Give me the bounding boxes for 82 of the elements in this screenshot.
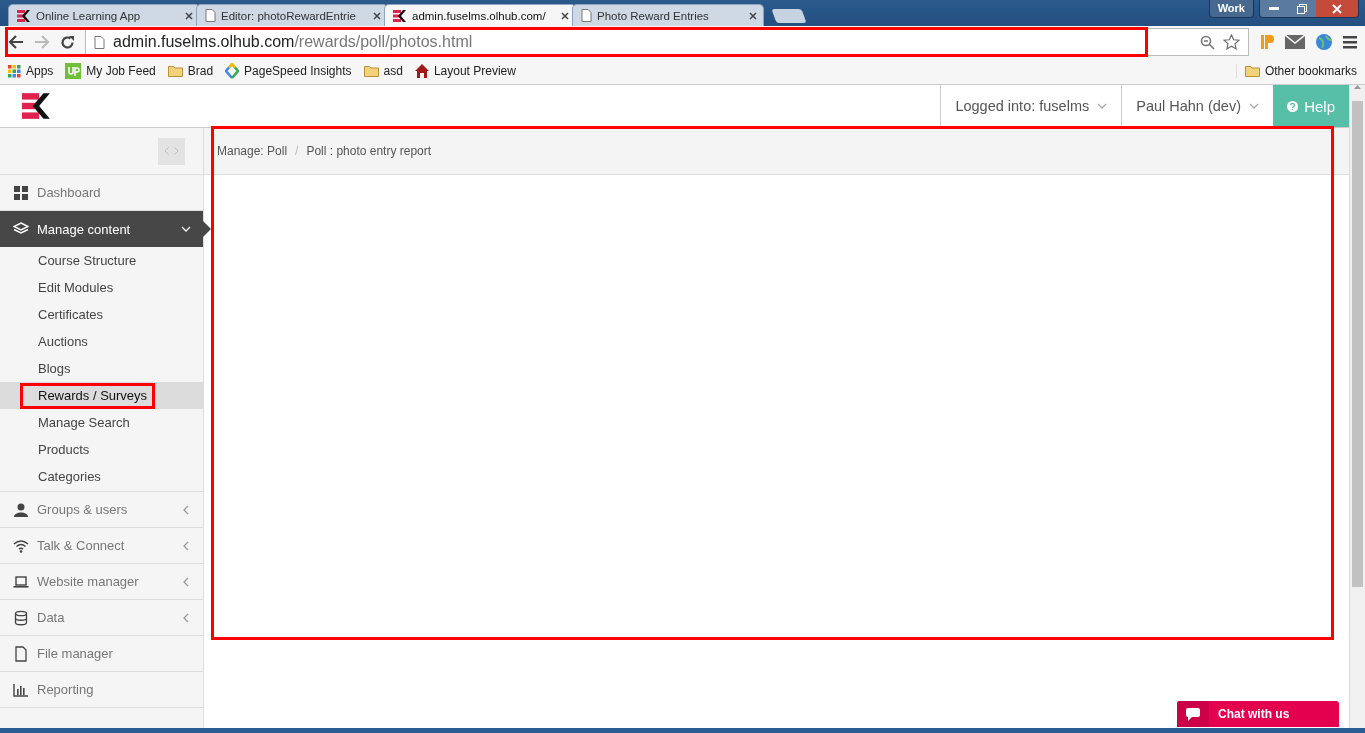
apps-grid-icon: [8, 64, 21, 78]
new-tab-button[interactable]: [771, 9, 807, 23]
nav-subitem[interactable]: Auctions: [0, 328, 203, 355]
chat-button[interactable]: Chat with us: [1177, 701, 1339, 727]
chevron-left-icon: [181, 576, 191, 587]
separator-text: /: [295, 144, 299, 158]
nav-subitem[interactable]: Products: [0, 436, 203, 463]
nav-item[interactable]: Manage content: [0, 211, 203, 247]
nav-item[interactable]: Website manager: [0, 564, 203, 600]
reload-icon[interactable]: [60, 34, 75, 50]
nav-subitem[interactable]: Manage Search: [0, 409, 203, 436]
chevron-down-icon: [1097, 101, 1108, 111]
close-window-button[interactable]: [1316, 0, 1358, 17]
scrollbar[interactable]: [1349, 85, 1365, 728]
breadcrumb-link[interactable]: Poll : photo entry report: [306, 144, 432, 158]
chevron-left-icon: [181, 540, 191, 551]
nav-subitem[interactable]: Categories: [0, 463, 203, 490]
nav-item[interactable]: Groups & users: [0, 492, 203, 528]
chevron-down-icon: [181, 224, 191, 234]
chevron-down-icon: [1249, 101, 1259, 111]
bookmark[interactable]: Layout Preview: [414, 64, 516, 78]
globe-icon[interactable]: [1315, 33, 1333, 51]
nav-item[interactable]: Talk & Connect: [0, 528, 203, 564]
page-icon: [205, 9, 216, 22]
laptop-icon: [13, 573, 29, 590]
minimize-icon: [1269, 7, 1279, 10]
logo-icon: [22, 93, 52, 119]
bookmark[interactable]: My Job Feed: [65, 63, 156, 79]
folder-icon: [167, 65, 183, 77]
close-icon[interactable]: [373, 11, 381, 20]
folder-icon: [1244, 65, 1260, 77]
chevrons-icon: [164, 146, 179, 156]
help-icon: [1287, 98, 1299, 114]
star-icon[interactable]: [1223, 34, 1240, 50]
chevron-left-icon: [181, 612, 191, 623]
nav-subitem[interactable]: Blogs: [0, 355, 203, 382]
nav-subitem[interactable]: Edit Modules: [0, 274, 203, 301]
house-icon: [414, 64, 429, 78]
bookmark[interactable]: Apps: [8, 64, 54, 78]
nav-item[interactable]: Data: [0, 600, 203, 636]
restore-button[interactable]: [1288, 0, 1316, 17]
nav-subitem[interactable]: Course Structure: [0, 247, 203, 274]
account-dropdown[interactable]: Logged into: fuselms: [940, 85, 1122, 127]
minimize-button[interactable]: [1260, 0, 1288, 17]
profile-button[interactable]: Work: [1208, 0, 1254, 18]
grid-icon: [13, 184, 29, 201]
bookmark[interactable]: PageSpeed Insights: [225, 63, 352, 79]
nav-subitem[interactable]: Certificates: [0, 301, 203, 328]
close-icon: [1332, 3, 1342, 14]
logo-icon: [393, 9, 407, 22]
layers-icon: [13, 221, 29, 237]
chevron-left-icon: [181, 504, 191, 515]
collapse-toggle-button[interactable]: [158, 137, 185, 165]
zoom-out-icon[interactable]: [1200, 34, 1215, 50]
database-icon: [13, 609, 29, 626]
close-icon[interactable]: [185, 11, 193, 20]
menu-icon[interactable]: [1343, 35, 1357, 49]
close-icon[interactable]: [749, 11, 757, 20]
file-icon: [13, 645, 29, 662]
restore-icon: [1297, 3, 1307, 14]
diamond-icon: [225, 63, 240, 79]
page-icon: [94, 35, 105, 49]
active-pointer: [203, 221, 211, 237]
bookmark[interactable]: asd: [363, 64, 403, 78]
close-icon[interactable]: [561, 11, 569, 20]
nav-item[interactable]: File manager: [0, 636, 203, 672]
bookmark[interactable]: Other bookmarks: [1235, 64, 1357, 78]
back-icon[interactable]: [8, 35, 24, 49]
bookmark[interactable]: Brad: [167, 64, 214, 78]
bar-chart-icon: [13, 681, 29, 698]
page-icon: [581, 9, 592, 22]
app-icon: [65, 63, 82, 79]
breadcrumb-link[interactable]: Manage: Poll: [217, 144, 288, 158]
nav-subitem[interactable]: Rewards / Surveys: [0, 382, 203, 409]
mail-icon[interactable]: [1285, 35, 1305, 49]
person-icon: [13, 501, 29, 518]
nav-item[interactable]: Reporting: [0, 672, 203, 708]
browser-tab[interactable]: Photo Reward Entries: [572, 4, 764, 26]
folder-icon: [363, 65, 379, 77]
wifi-icon: [13, 537, 29, 554]
speech-bubble-icon: [1186, 707, 1200, 721]
logo-icon: [17, 9, 31, 22]
